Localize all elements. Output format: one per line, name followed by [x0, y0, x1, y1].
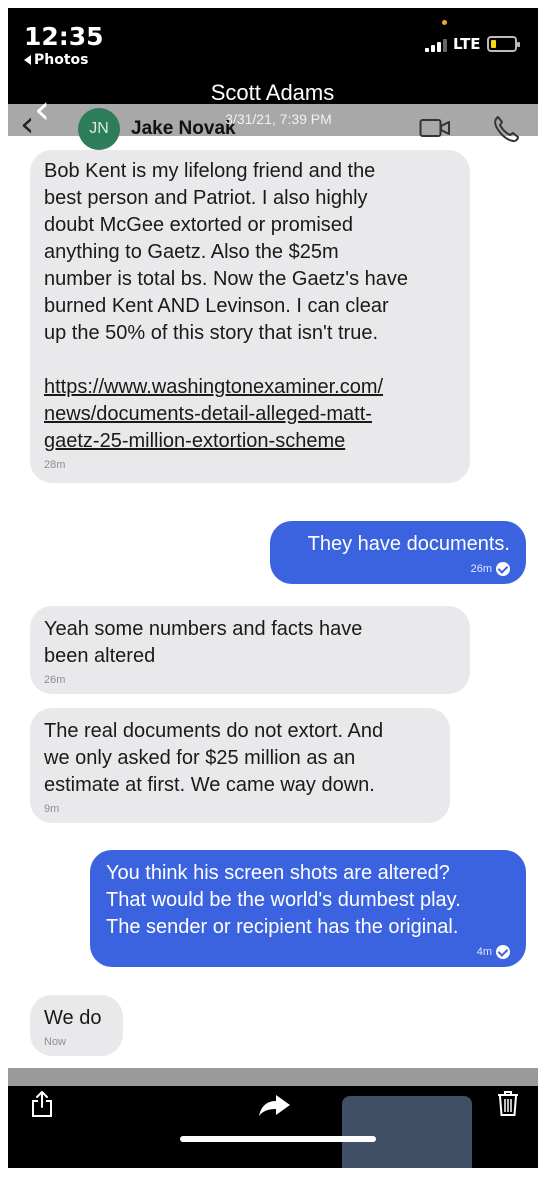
message-text: They have documents. [307, 533, 510, 555]
home-indicator[interactable] [180, 1136, 376, 1142]
message-bubble[interactable]: Bob Kent is my lifelong friend and the b… [30, 150, 470, 483]
network-type: LTE [453, 35, 481, 53]
read-receipt-icon [496, 562, 510, 576]
article-link[interactable]: https://www.washingtonexaminer.com/ news… [44, 374, 456, 455]
message-time: 26m [44, 674, 66, 686]
battery-icon [487, 36, 520, 52]
back-to-photos-label: Photos [34, 52, 89, 68]
forward-arrow-icon[interactable] [258, 1093, 292, 1117]
message-bubble[interactable]: The real documents do not extort. And we… [30, 708, 450, 823]
message-text: Bob Kent is my lifelong friend and the b… [44, 160, 408, 344]
back-triangle-icon [24, 55, 31, 65]
message-bubble[interactable]: We do Now [30, 995, 123, 1056]
message-time: Now [44, 1036, 67, 1048]
photo-timestamp: 3/31/21, 7:39 PM [225, 111, 332, 127]
message-meta: 26m [286, 562, 510, 576]
message-time: 28m [44, 459, 66, 471]
message-meta: 4m [106, 945, 510, 959]
video-camera-icon[interactable] [419, 117, 451, 139]
trash-icon[interactable] [497, 1090, 519, 1116]
conversation-title: Scott Adams [210, 80, 335, 105]
video-thumbnail-overlay [342, 1096, 472, 1168]
message-time: 9m [44, 803, 60, 815]
message-time: 4m [476, 946, 492, 958]
message-text: Yeah some numbers and facts have been al… [44, 618, 363, 667]
message-text: We do [44, 1007, 102, 1029]
mic-indicator-dot [442, 20, 447, 25]
message-time: 26m [470, 563, 492, 575]
message-bubble[interactable]: They have documents. 26m [270, 521, 526, 584]
status-time: 12:35 [24, 22, 104, 51]
message-bubble[interactable]: Yeah some numbers and facts have been al… [30, 606, 470, 694]
read-receipt-icon [496, 945, 510, 959]
signal-strength-icon [425, 38, 447, 52]
phone-icon[interactable] [492, 114, 520, 144]
message-text: The real documents do not extort. And we… [44, 720, 384, 796]
composer-bar [8, 1068, 538, 1086]
share-icon[interactable] [30, 1090, 54, 1118]
back-to-photos-link[interactable]: Photos [24, 52, 89, 68]
message-bubble[interactable]: You think his screen shots are altered? … [90, 850, 526, 967]
message-text: You think his screen shots are altered? … [106, 862, 461, 938]
